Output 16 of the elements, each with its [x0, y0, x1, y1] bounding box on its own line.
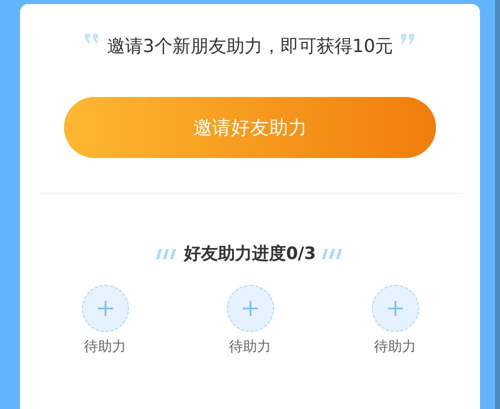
- quote-icon: [401, 34, 416, 45]
- invite-message: 邀请3个新朋友助力，即可获得10元: [106, 35, 394, 58]
- progress-title: 好友助力进度0/3: [184, 243, 316, 265]
- add-friend-button[interactable]: [82, 285, 128, 332]
- plus-icon: [242, 301, 258, 316]
- invite-button[interactable]: 邀请好友助力: [64, 97, 436, 158]
- add-friend-button[interactable]: [372, 285, 418, 332]
- slashes-icon: [322, 248, 344, 258]
- slot-label: 待助力: [374, 338, 416, 356]
- plus-icon: [98, 301, 112, 316]
- slashes-icon: [156, 248, 178, 258]
- slot-label: 待助力: [229, 338, 271, 356]
- slot-label: 待助力: [84, 338, 126, 356]
- add-friend-button[interactable]: [226, 285, 274, 332]
- plus-icon: [388, 301, 402, 316]
- quote-icon: [84, 34, 99, 45]
